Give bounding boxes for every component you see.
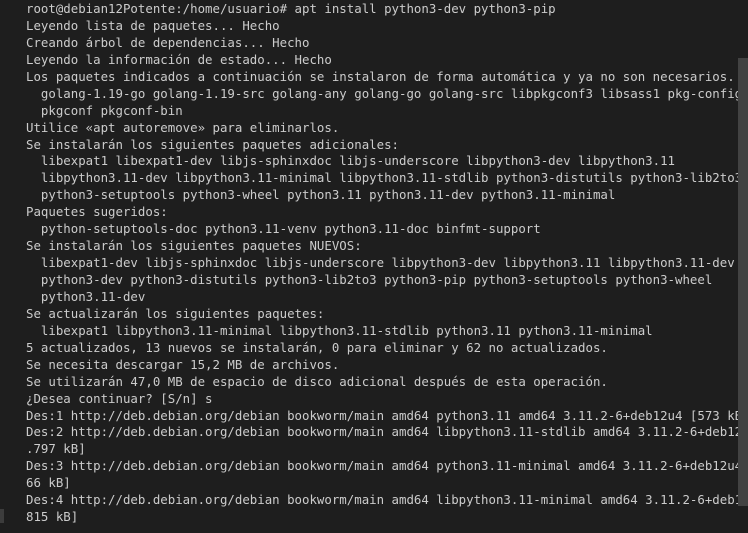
terminal-line: python3-dev python3-distutils python3-li… xyxy=(26,272,713,287)
terminal-line: pkgconf pkgconf-bin xyxy=(26,102,183,118)
terminal-line: Des:4 http://deb.debian.org/debian bookw… xyxy=(26,492,748,508)
terminal-line: root@debian12Potente:/home/usuario# apt … xyxy=(26,1,556,16)
scrollbar-thumb[interactable] xyxy=(738,58,748,506)
terminal-line: 66 kB] xyxy=(26,475,71,491)
terminal-line: python-setuptools-doc python3.11-venv py… xyxy=(26,221,541,237)
terminal-line: Leyendo la información de estado... Hech… xyxy=(26,51,332,67)
terminal-line: Leyendo lista de paquetes... Hecho xyxy=(26,17,280,33)
terminal-line: .797 kB] xyxy=(26,441,86,457)
terminal-line: Des:3 http://deb.debian.org/debian bookw… xyxy=(26,458,748,474)
terminal-line: ¿Desea continuar? [S/n] s xyxy=(26,390,213,406)
terminal-line: Los paquetes indicados a continuación se… xyxy=(26,68,735,84)
terminal-line: libexpat1 libpython3.11-minimal libpytho… xyxy=(26,322,653,338)
terminal-line: 815 kB] xyxy=(26,509,79,525)
terminal-line: python3.11-dev xyxy=(26,288,146,304)
terminal-line: Se utilizarán 47,0 MB de espacio de disc… xyxy=(26,373,608,389)
terminal-window[interactable]: root@debian12Potente:/home/usuario# apt … xyxy=(0,0,748,533)
terminal-line: Paquetes sugeridos: xyxy=(26,204,168,220)
terminal-line: python3-setuptools python3-wheel python3… xyxy=(26,187,616,203)
terminal-line: 5 actualizados, 13 nuevos se instalarán,… xyxy=(26,339,608,355)
terminal-line: Utilice «apt autoremove» para eliminarlo… xyxy=(26,119,340,135)
terminal-line: libexpat1-dev libjs-sphinxdoc libjs-unde… xyxy=(26,255,735,271)
terminal-line: Se necesita descargar 15,2 MB de archivo… xyxy=(26,356,340,372)
vertical-scrollbar[interactable] xyxy=(738,0,748,533)
prompt-marker xyxy=(0,509,4,523)
terminal-line: libpython3.11-dev libpython3.11-minimal … xyxy=(26,170,743,186)
terminal-line: Des:2 http://deb.debian.org/debian bookw… xyxy=(26,424,748,440)
terminal-line: Se actualizarán los siguientes paquetes: xyxy=(26,305,325,321)
terminal-line: golang-1.19-go golang-1.19-src golang-an… xyxy=(26,85,743,101)
terminal-line: Se instalarán los siguientes paquetes NU… xyxy=(26,238,362,254)
terminal-line: Se instalarán los siguientes paquetes ad… xyxy=(26,136,399,152)
terminal-line: Creando árbol de dependencias... Hecho xyxy=(26,34,310,50)
terminal-line: libexpat1 libexpat1-dev libjs-sphinxdoc … xyxy=(26,153,676,169)
terminal-line: Des:1 http://deb.debian.org/debian bookw… xyxy=(26,407,748,423)
